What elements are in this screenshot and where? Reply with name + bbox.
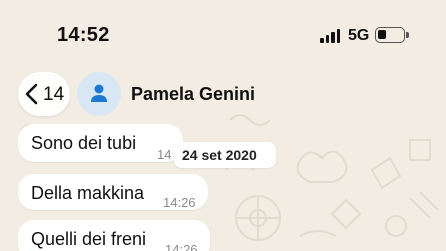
status-bar: 14:52 5G — [0, 0, 446, 70]
message-text: Quelli dei freni — [31, 229, 147, 249]
back-button[interactable]: 14 — [18, 72, 70, 116]
network-type: 5G — [348, 27, 370, 44]
contact-name[interactable]: Pamela Genini — [131, 84, 255, 105]
status-time: 14:52 — [57, 24, 110, 46]
unread-count: 14 — [43, 84, 65, 105]
chevron-left-icon — [25, 83, 38, 105]
message-time: 14:26 — [163, 195, 196, 210]
message-text: Della makkina — [31, 183, 145, 203]
date-separator-label: 24 set 2020 — [182, 147, 257, 163]
battery-icon — [375, 27, 405, 43]
message-time: 14:26 — [165, 242, 198, 251]
avatar[interactable] — [77, 72, 121, 116]
battery-cap — [406, 32, 409, 38]
message-bubble[interactable]: Quelli dei freni 14:26 — [18, 220, 210, 251]
message-bubble[interactable]: Della makkina 14:26 — [18, 174, 208, 210]
person-icon — [91, 84, 107, 102]
message-bubble[interactable]: Sono dei tubi 14 — [18, 124, 183, 162]
message-text: Sono dei tubi — [31, 133, 137, 153]
signal-bars-icon — [320, 29, 342, 43]
message-time: 14 — [157, 147, 172, 162]
date-separator: 24 set 2020 — [174, 142, 276, 168]
